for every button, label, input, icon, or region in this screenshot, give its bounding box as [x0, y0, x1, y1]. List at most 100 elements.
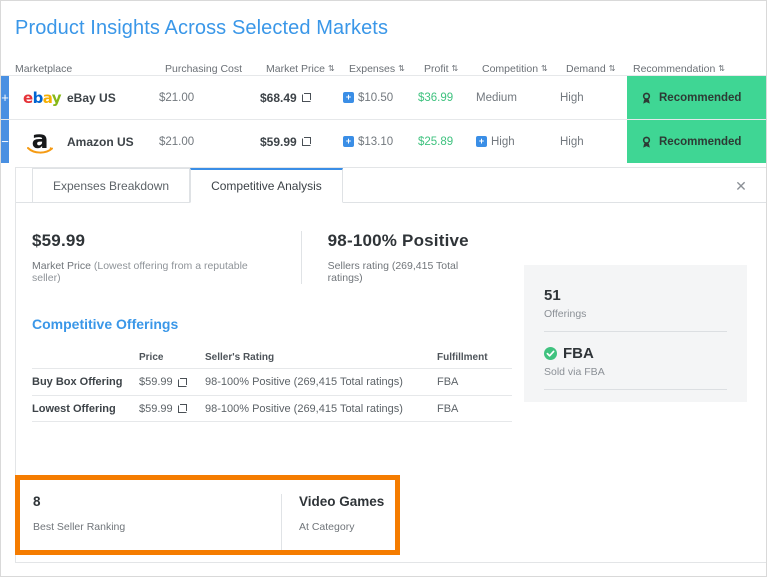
competitive-offerings-table: Price Seller's Rating Fulfillment Buy Bo…	[32, 346, 512, 422]
best-seller-rank-value: 8	[33, 494, 41, 509]
summary-sellers-rating: 98-100% Positive Sellers rating (269,415…	[300, 231, 511, 284]
column-header-label: Market Price	[266, 63, 325, 75]
marketplace-logo-cell: ebay	[9, 76, 67, 119]
summary-stats: $59.99 Market Price (Lowest offering fro…	[16, 203, 511, 284]
market-price-caption: Market Price (Lowest offering from a rep…	[32, 260, 275, 284]
sort-icon[interactable]: ⇅	[718, 65, 725, 73]
offering-rating: 98-100% Positive (269,415 Total ratings)	[205, 376, 403, 388]
amazon-logo: a	[23, 127, 57, 155]
sort-icon[interactable]: ⇅	[452, 65, 459, 73]
external-link-icon[interactable]	[301, 137, 311, 146]
column-header-competition[interactable]: Competition ⇅	[482, 63, 566, 75]
highlighted-ranking-box: 8 Best Seller Ranking Video Games At Cat…	[15, 475, 400, 555]
purchasing-cost-cell: $21.00	[159, 120, 260, 163]
market-price-value: $68.49	[260, 90, 297, 105]
expenses-value: $10.50	[358, 91, 394, 104]
ebay-logo: ebay	[23, 88, 62, 107]
recommendation-badge: Recommended	[627, 120, 766, 163]
expand-expenses-icon[interactable]: +	[343, 92, 354, 103]
sort-icon[interactable]: ⇅	[609, 65, 616, 73]
sellers-rating-label: Sellers rating (269,415 Total ratings)	[327, 260, 459, 284]
offering-rating: 98-100% Positive (269,415 Total ratings)	[205, 402, 403, 415]
marketplace-name: Amazon US	[67, 134, 134, 149]
column-header-recommendation[interactable]: Recommendation ⇅	[633, 63, 766, 75]
recommendation-label: Recommended	[659, 91, 742, 104]
ranking-category: Video Games At Category	[281, 494, 384, 550]
competition-value: Medium	[476, 91, 517, 104]
expenses-cell: + $13.10	[343, 120, 418, 163]
external-link-icon[interactable]	[301, 93, 311, 102]
recommendation-badge: Recommended	[627, 76, 766, 119]
expenses-value: $13.10	[358, 135, 394, 148]
best-seller-ranking: 8 Best Seller Ranking	[33, 494, 281, 550]
column-header-label: Expenses	[349, 63, 396, 75]
profit-value: $25.89	[418, 135, 454, 148]
external-link-icon[interactable]	[177, 377, 187, 387]
offerings-row: Lowest Offering $59.99 98-100% Positive …	[32, 395, 512, 422]
market-price-cell: $68.49	[260, 76, 343, 119]
expand-competition-icon[interactable]: +	[476, 136, 487, 147]
sort-icon[interactable]: ⇅	[328, 65, 335, 73]
sort-icon[interactable]: ⇅	[398, 65, 405, 73]
marketplace-name: eBay US	[67, 90, 116, 105]
divider	[544, 331, 727, 332]
tab-expenses-breakdown[interactable]: Expenses Breakdown	[32, 168, 191, 203]
category-label: At Category	[299, 521, 355, 533]
offerings-col-fulfillment: Fulfillment	[437, 351, 488, 363]
column-header-label: Recommendation	[633, 63, 716, 75]
detail-tabs: Expenses Breakdown Competitive Analysis …	[16, 168, 766, 203]
sellers-rating-value: 98-100% Positive	[327, 231, 469, 250]
recommendation-label: Recommended	[659, 135, 742, 148]
table-row: − a Amazon US $21.00 $59.99 + $13.10 $25…	[1, 119, 766, 163]
demand-cell: High	[560, 76, 627, 119]
column-header-label: Purchasing Cost	[165, 63, 243, 75]
offering-fulfillment: FBA	[437, 376, 459, 388]
page-title: Product Insights Across Selected Markets	[15, 17, 389, 39]
offerings-label: Offerings	[544, 308, 587, 320]
market-price-value: $59.99	[260, 134, 297, 149]
offering-price: $59.99	[139, 376, 173, 388]
column-header-label: Competition	[482, 63, 539, 75]
column-header-profit[interactable]: Profit ⇅	[424, 63, 482, 75]
divider	[544, 389, 727, 390]
demand-value: High	[560, 91, 584, 104]
expand-row-button[interactable]: +	[1, 76, 9, 119]
offerings-header-row: Price Seller's Rating Fulfillment	[32, 346, 512, 368]
award-icon	[641, 136, 652, 148]
column-header-marketplace[interactable]: Marketplace	[15, 63, 73, 75]
purchasing-cost-cell: $21.00	[159, 76, 260, 119]
table-row: + ebay eBay US $21.00 $68.49 + $10.50 $3…	[1, 75, 766, 119]
marketplace-name-cell: eBay US	[67, 76, 159, 119]
column-header-label: Marketplace	[15, 63, 73, 75]
purchasing-cost-value: $21.00	[159, 135, 195, 148]
category-value: Video Games	[299, 494, 385, 509]
demand-cell: High	[560, 120, 627, 163]
close-icon[interactable]: ✕	[735, 180, 747, 194]
tab-competitive-analysis[interactable]: Competitive Analysis	[190, 168, 343, 203]
expand-expenses-icon[interactable]: +	[343, 136, 354, 147]
check-circle-icon	[544, 347, 557, 360]
competition-cell: Medium	[476, 76, 560, 119]
marketplace-logo-cell: a	[9, 120, 67, 163]
external-link-icon[interactable]	[177, 404, 187, 413]
column-header-demand[interactable]: Demand ⇅	[566, 63, 633, 75]
column-header-expenses[interactable]: Expenses ⇅	[349, 63, 424, 75]
offering-price-cell: $59.99	[139, 403, 205, 415]
tab-label: Expenses Breakdown	[53, 178, 170, 193]
offerings-col-rating: Seller's Rating	[205, 351, 275, 363]
best-seller-rank-label: Best Seller Ranking	[33, 521, 126, 533]
sort-icon[interactable]: ⇅	[541, 65, 548, 73]
marketplace-name-cell: Amazon US	[67, 120, 159, 163]
column-header-purchasing-cost[interactable]: Purchasing Cost	[165, 63, 266, 75]
collapse-row-button[interactable]: −	[1, 120, 9, 163]
summary-market-price: $59.99 Market Price (Lowest offering fro…	[32, 231, 293, 284]
detail-body: $59.99 Market Price (Lowest offering fro…	[16, 203, 766, 422]
demand-value: High	[560, 135, 584, 148]
fba-label: Sold via FBA	[544, 366, 605, 378]
side-fba: FBA Sold via FBA	[544, 345, 727, 390]
column-header-market-price[interactable]: Market Price ⇅	[266, 63, 349, 75]
competition-value: High	[491, 135, 515, 148]
tab-label: Competitive Analysis	[211, 179, 322, 193]
column-header-label: Demand	[566, 63, 606, 75]
ranking-content: 8 Best Seller Ranking Video Games At Cat…	[20, 480, 395, 550]
